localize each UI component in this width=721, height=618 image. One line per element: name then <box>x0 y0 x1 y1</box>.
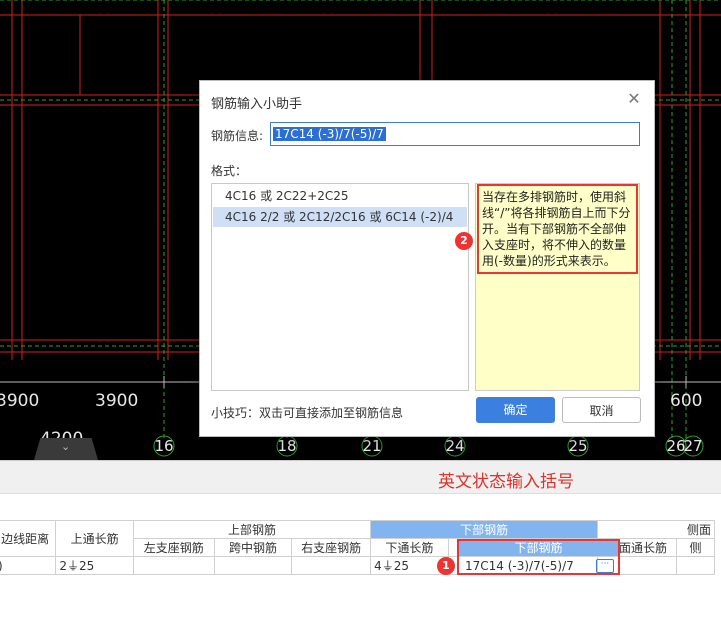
col-header-side: 侧面 <box>597 520 715 539</box>
cell-left-support[interactable] <box>133 556 215 575</box>
axis-label: 25 <box>568 437 588 455</box>
cell-top-through[interactable]: 2⏚25 <box>55 556 135 575</box>
tip-text: 小技巧：双击可直接添加至钢筋信息 <box>211 406 404 420</box>
format-item[interactable]: 4C16 或 2C22+2C25 <box>213 186 467 206</box>
col-header-bottom-through: 下通长筋 <box>370 538 449 557</box>
rebar-info-value: 17C14 (-3)/7(-5)/7 <box>273 127 386 141</box>
dimension-label: 3900 <box>0 391 40 411</box>
collapse-panel-tab[interactable]: ⌄ <box>34 438 98 460</box>
axis-label: 27 <box>683 437 703 455</box>
col-header-mid-span: 跨中钢筋 <box>213 538 293 557</box>
format-item-selected[interactable]: 4C16 2/2 或 2C12/2C16 或 6C14 (-2)/4 <box>213 207 467 227</box>
axis-label: 18 <box>277 437 297 455</box>
col-header-edge-distance: 边线距离 <box>0 520 57 557</box>
step-badge-1: 1 <box>437 557 455 575</box>
close-icon[interactable]: ✕ <box>626 91 642 107</box>
col-header-top-steel: 上部钢筋 <box>133 520 372 539</box>
col-header-left-support: 左支座钢筋 <box>133 538 215 557</box>
ok-button[interactable]: 确定 <box>476 397 555 423</box>
cell-right-support[interactable] <box>291 556 372 575</box>
dimension-label: 600 <box>670 391 703 411</box>
bottom-steel-subheader: 下部钢筋 <box>459 541 618 556</box>
axis-label: 21 <box>362 437 382 455</box>
hint-text: 当存在多排钢筋时，使用斜线“/”将各排钢筋自上而下分开。当有下部钢筋不全部伸入支… <box>477 184 638 274</box>
col-header-right-support: 右支座钢筋 <box>291 538 372 557</box>
dimension-label: 3900 <box>95 391 139 411</box>
bottom-steel-value: 17C14 (-3)/7(-5)/7 <box>465 559 574 573</box>
rebar-info-input[interactable]: 17C14 (-3)/7(-5)/7 <box>270 122 640 146</box>
chevron-down-icon: ⌄ <box>61 440 71 453</box>
cell-mid-span[interactable] <box>213 556 293 575</box>
axis-label: 16 <box>154 437 174 455</box>
format-label: 格式： <box>211 164 248 178</box>
col-header-side-short: 侧 <box>675 538 716 557</box>
cell-side-short[interactable] <box>675 556 716 575</box>
rebar-info-label: 钢筋信息: <box>211 129 264 143</box>
col-header-bottom-steel: 下部钢筋 <box>370 520 599 539</box>
more-icon[interactable]: ··· <box>596 559 614 573</box>
axis-label: 24 <box>445 437 465 455</box>
cancel-button[interactable]: 取消 <box>562 397 641 423</box>
annotation-text: 英文状态输入括号 <box>438 472 574 492</box>
rebar-input-helper-dialog: 钢筋输入小助手 ✕ 钢筋信息: 17C14 (-3)/7(-5)/7 格式： 4… <box>199 80 655 437</box>
step-badge-2: 2 <box>455 232 473 250</box>
dialog-title: 钢筋输入小助手 <box>211 97 303 112</box>
col-header-top-through: 上通长筋 <box>55 520 135 557</box>
bottom-steel-cell-highlight[interactable]: 下部钢筋 17C14 (-3)/7(-5)/7 ··· <box>457 539 620 575</box>
cell-edge-distance[interactable]: ) <box>0 556 57 575</box>
annotation-bar: 英文状态输入括号 <box>0 460 721 494</box>
format-list[interactable]: 4C16 或 2C22+2C25 4C16 2/2 或 2C12/2C16 或 … <box>211 183 469 391</box>
